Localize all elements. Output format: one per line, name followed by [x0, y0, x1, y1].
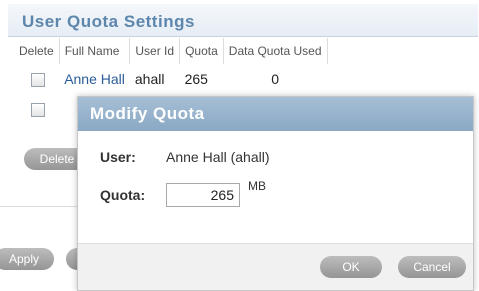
delete-checkbox[interactable]	[31, 73, 45, 88]
quota-unit: MB	[248, 179, 266, 193]
cancel-button[interactable]: Cancel	[398, 256, 466, 278]
column-header-quota[interactable]: Quota	[179, 38, 224, 64]
quota-label: Quota:	[100, 187, 146, 203]
column-header-delete[interactable]: Delete	[14, 38, 60, 64]
panel-header: User Quota Settings	[8, 4, 478, 37]
full-name-link[interactable]: Anne Hall	[64, 71, 125, 87]
delete-checkbox[interactable]	[31, 103, 45, 118]
delete-cell	[14, 64, 59, 94]
table-header-row: Delete Full Name User Id Quota Data Quot…	[14, 38, 328, 64]
user-id-cell: ahall	[134, 71, 165, 87]
panel-title: User Quota Settings	[22, 12, 195, 31]
user-label: User:	[100, 149, 136, 165]
data-quota-used-cell: 0	[271, 71, 280, 87]
column-header-data-quota-used[interactable]: Data Quota Used	[223, 38, 328, 64]
apply-button[interactable]: Apply	[0, 248, 54, 270]
column-header-full-name[interactable]: Full Name	[59, 38, 131, 64]
ok-button[interactable]: OK	[320, 256, 382, 278]
delete-cell	[14, 94, 59, 124]
user-value: Anne Hall (ahall)	[166, 149, 270, 165]
full-name-cell: Anne Hall	[59, 64, 130, 94]
column-header-user-id[interactable]: User Id	[129, 38, 181, 64]
dialog-footer: OK Cancel	[78, 243, 473, 290]
divider	[0, 206, 80, 207]
dialog-title: Modify Quota	[78, 97, 473, 131]
modify-quota-dialog: Modify Quota User: Anne Hall (ahall) Quo…	[77, 96, 474, 291]
table-row: Anne Hall ahall 265 0	[14, 64, 327, 94]
quota-input[interactable]	[166, 183, 240, 207]
quota-cell: 265	[184, 71, 208, 87]
